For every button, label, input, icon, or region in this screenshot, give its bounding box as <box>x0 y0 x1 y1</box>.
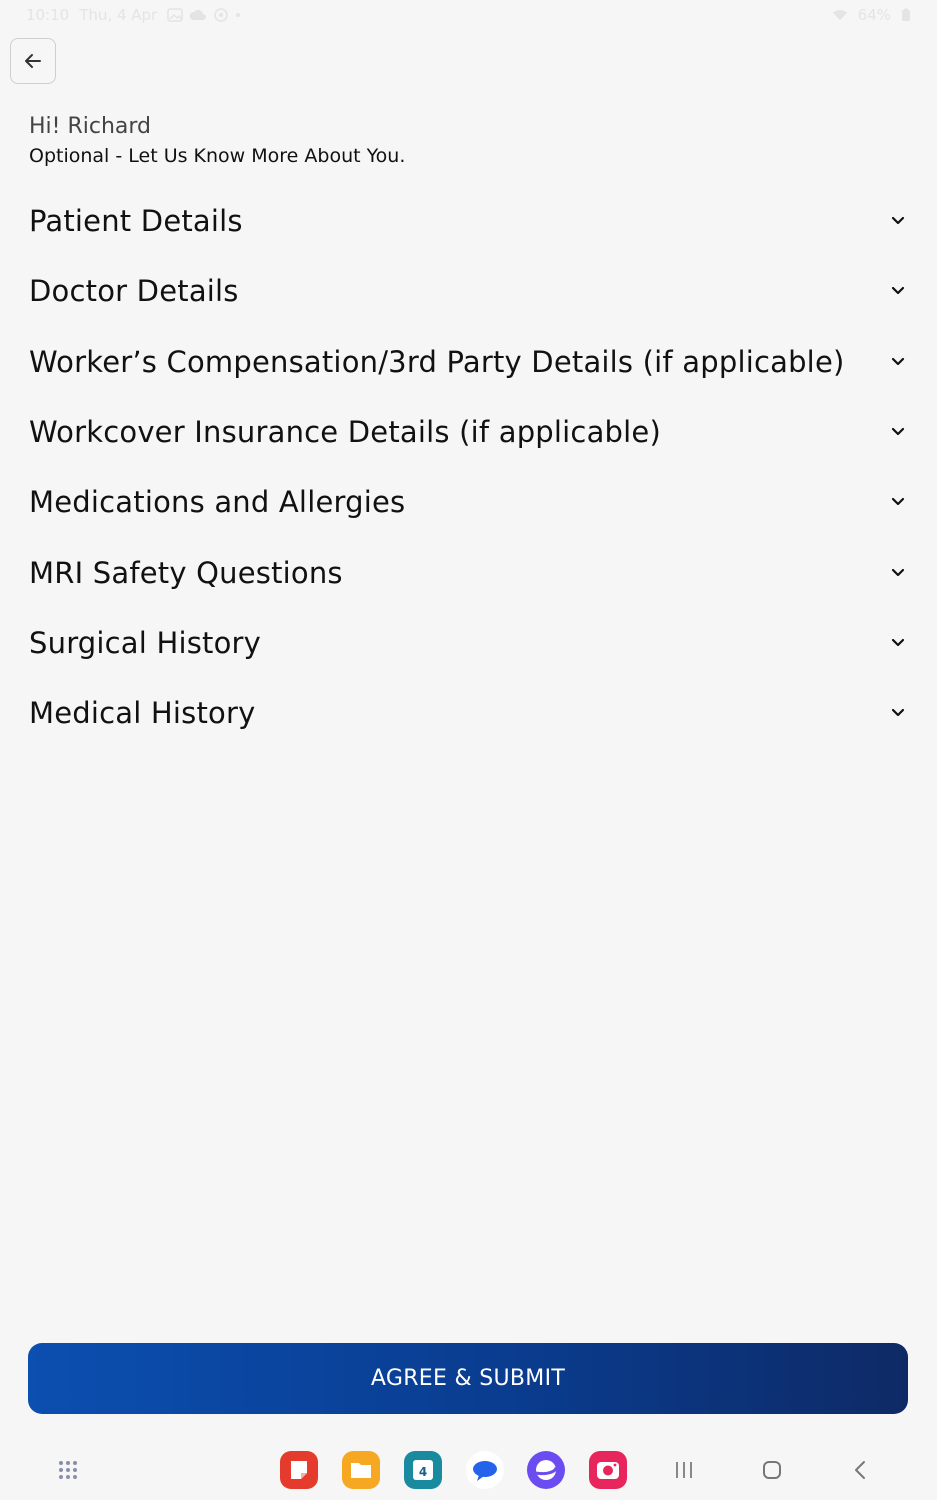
section-label: Medical History <box>29 696 256 731</box>
chevron-down-icon <box>889 634 907 652</box>
chevron-down-icon <box>889 493 907 511</box>
section-label: Worker’s Compensation/3rd Party Details … <box>29 344 845 379</box>
status-right: 64% <box>832 6 911 24</box>
section-medications-allergies[interactable]: Medications and Allergies <box>0 467 937 537</box>
home-icon <box>763 1461 781 1479</box>
cloud-icon <box>189 9 207 20</box>
chevron-left-icon <box>855 1461 865 1479</box>
status-notification-icons <box>167 7 241 23</box>
subtitle-text: Optional - Let Us Know More About You. <box>29 145 406 167</box>
chevron-down-icon <box>889 564 907 582</box>
chevron-down-icon <box>889 423 907 441</box>
chevron-down-icon <box>889 282 907 300</box>
folder-app-icon <box>342 1451 380 1489</box>
sync-icon <box>214 8 229 22</box>
system-taskbar: 4 <box>0 1440 937 1500</box>
calendar-day: 4 <box>419 1465 427 1479</box>
agree-submit-button[interactable]: AGREE & SUBMIT <box>28 1343 908 1414</box>
browser-app-button[interactable] <box>526 1450 566 1490</box>
section-label: Workcover Insurance Details (if applicab… <box>29 415 661 450</box>
section-patient-details[interactable]: Patient Details <box>0 186 937 256</box>
arrow-left-icon <box>25 54 41 68</box>
grid-icon <box>59 1461 77 1479</box>
form-sections: Patient Details Doctor Details Worker’s … <box>0 186 937 748</box>
internet-app-icon <box>527 1451 565 1489</box>
greeting-text: Hi! Richard <box>29 114 152 139</box>
wifi-icon <box>832 10 847 20</box>
messages-app-button[interactable] <box>465 1450 505 1490</box>
back-button[interactable] <box>10 38 56 84</box>
section-doctor-details[interactable]: Doctor Details <box>0 256 937 326</box>
camera-app-icon <box>589 1451 627 1489</box>
notes-app-icon <box>280 1451 318 1489</box>
battery-percent: 64% <box>857 6 891 24</box>
battery-icon <box>902 8 910 21</box>
section-label: Medications and Allergies <box>29 485 406 520</box>
section-mri-safety[interactable]: MRI Safety Questions <box>0 537 937 607</box>
chevron-down-icon <box>889 704 907 722</box>
chevron-down-icon <box>889 353 907 371</box>
section-label: Doctor Details <box>29 274 239 309</box>
section-workcover-insurance[interactable]: Workcover Insurance Details (if applicab… <box>0 397 937 467</box>
messages-app-icon <box>466 1451 504 1489</box>
home-button[interactable] <box>752 1450 792 1490</box>
status-time: 10:10 <box>26 6 70 24</box>
gallery-icon <box>167 8 184 22</box>
status-date: Thu, 4 Apr <box>79 6 158 24</box>
calendar-app-button[interactable]: 4 <box>403 1450 443 1490</box>
notes-app-button[interactable] <box>279 1450 319 1490</box>
section-surgical-history[interactable]: Surgical History <box>0 608 937 678</box>
section-label: Patient Details <box>29 204 243 239</box>
calendar-app-icon: 4 <box>404 1451 442 1489</box>
section-workers-compensation[interactable]: Worker’s Compensation/3rd Party Details … <box>0 327 937 397</box>
system-back-button[interactable] <box>840 1450 880 1490</box>
section-label: Surgical History <box>29 625 262 660</box>
recent-apps-button[interactable] <box>664 1450 704 1490</box>
dot-icon <box>236 13 241 17</box>
recents-icon <box>676 1462 692 1478</box>
section-medical-history[interactable]: Medical History <box>0 678 937 748</box>
status-left: 10:10 Thu, 4 Apr <box>26 6 241 24</box>
status-bar: 10:10 Thu, 4 Apr 64% <box>0 0 937 30</box>
files-app-button[interactable] <box>341 1450 381 1490</box>
chevron-down-icon <box>889 212 907 230</box>
section-label: MRI Safety Questions <box>29 555 343 590</box>
camera-app-button[interactable] <box>588 1450 628 1490</box>
app-drawer-button[interactable] <box>48 1450 88 1490</box>
